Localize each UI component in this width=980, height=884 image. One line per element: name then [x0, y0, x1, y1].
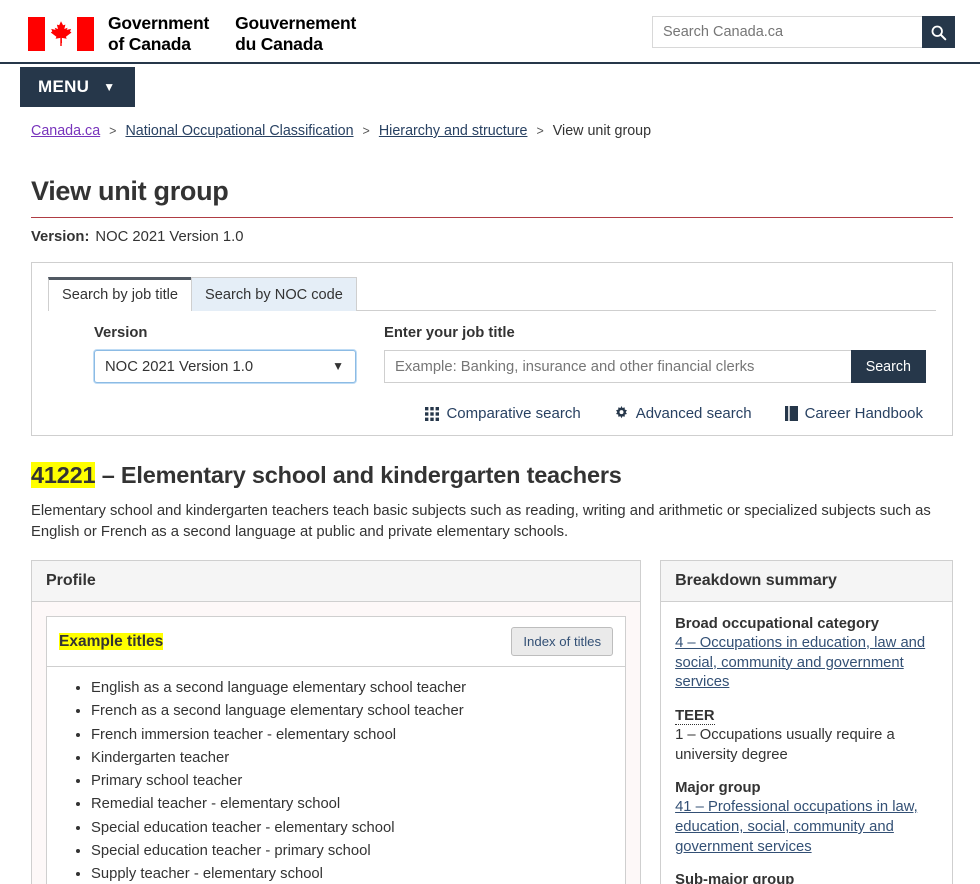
breakdown-item-teer: TEER 1 – Occupations usually require a u…: [675, 708, 938, 765]
breakdown-item-label: Major group: [675, 780, 761, 797]
tab-label: Search by job title: [62, 287, 179, 303]
unit-group-dash: –: [95, 462, 121, 488]
gear-icon: [615, 406, 627, 419]
version-label: Version:: [31, 229, 90, 245]
menu-button[interactable]: MENU ▼: [20, 67, 136, 107]
breakdown-item-sub-major-group: Sub-major group 412 – Professional occup…: [675, 872, 938, 884]
list-item: Supply teacher - elementary school: [91, 867, 625, 882]
list-item: French as a second language elementary s…: [91, 704, 625, 719]
broad-category-link[interactable]: 4 – Occupations in education, law and so…: [675, 635, 925, 690]
advanced-search-link[interactable]: Advanced search: [614, 405, 752, 422]
job-title-field-group: Enter your job title Search: [368, 325, 936, 383]
breadcrumb-item-canada-ca[interactable]: Canada.ca: [31, 123, 100, 139]
version-select[interactable]: NOC 2021 Version 1.0: [94, 350, 356, 383]
search-form: Version NOC 2021 Version 1.0 ▼ Enter you…: [48, 311, 936, 383]
unit-group-code: 41221: [31, 462, 96, 488]
breakdown-item-value: 4 – Occupations in education, law and so…: [675, 634, 938, 693]
wordmark: Government of Canada Gouvernement du Can…: [108, 12, 356, 56]
version-field-group: Version NOC 2021 Version 1.0 ▼: [48, 325, 368, 383]
wordmark-fr-line1: Gouvernement: [235, 13, 357, 33]
unit-group-description: Elementary school and kindergarten teach…: [31, 503, 931, 540]
link-label: Advanced search: [635, 405, 752, 422]
profile-panel-body: Example titles Index of titles English a…: [32, 602, 641, 884]
breakdown-item-major-group: Major group 41 – Professional occupation…: [675, 780, 938, 857]
breakdown-item-broad-occupational-category: Broad occupational category 4 – Occupati…: [675, 616, 938, 693]
profile-column: Profile Example titles Index of titles E…: [31, 560, 642, 884]
page-root: Government of Canada Gouvernement du Can…: [0, 0, 980, 884]
tab-label: Search by NOC code: [205, 287, 343, 303]
profile-panel-title: Profile: [32, 561, 641, 602]
title-divider: [31, 217, 953, 218]
unit-group-heading: 41221 – Elementary school and kindergart…: [31, 462, 953, 489]
comparative-search-link[interactable]: Comparative search: [425, 405, 581, 422]
breadcrumb: Canada.ca > National Occupational Classi…: [0, 111, 980, 139]
example-titles-heading: Example titles: [59, 632, 164, 650]
list-item: French immersion teacher - elementary sc…: [91, 727, 625, 743]
breadcrumb-item-hierarchy[interactable]: Hierarchy and structure: [379, 123, 528, 139]
example-titles-header: Example titles Index of titles: [47, 617, 626, 667]
wordmark-fr-line2: du Canada: [235, 34, 323, 55]
chevron-down-icon: ▼: [103, 80, 116, 94]
menu-button-label: MENU: [38, 77, 90, 96]
breakdown-panel: Breakdown summary Broad occupational cat…: [660, 560, 953, 884]
job-title-field-label: Enter your job title: [384, 325, 515, 341]
page-title: View unit group: [31, 176, 229, 206]
teer-abbreviation: TEER: [675, 708, 715, 726]
search-panel: Search by job title Search by NOC code V…: [31, 262, 953, 436]
content-columns: Profile Example titles Index of titles E…: [31, 560, 953, 884]
breakdown-item-value: 41 – Professional occupations in law, ed…: [675, 798, 938, 857]
breadcrumb-item-current: View unit group: [552, 123, 652, 139]
example-titles-card: Example titles Index of titles English a…: [46, 616, 627, 884]
list-item: English as a second language elementary …: [91, 681, 625, 696]
site-search-button[interactable]: [922, 16, 955, 48]
menu-bar: MENU ▼: [0, 63, 980, 111]
version-value: NOC 2021 Version 1.0: [95, 229, 244, 245]
career-handbook-link[interactable]: Career Handbook: [784, 405, 923, 422]
unit-group-title: Elementary school and kindergarten teach…: [120, 462, 622, 488]
version-field-label: Version: [94, 325, 148, 341]
breakdown-item-label: TEER: [675, 708, 938, 726]
breakdown-panel-title: Breakdown summary: [661, 561, 952, 602]
index-of-titles-button[interactable]: Index of titles: [511, 627, 614, 656]
site-search: [652, 16, 955, 48]
breadcrumb-separator: >: [536, 124, 544, 138]
job-title-input[interactable]: [384, 350, 851, 383]
main-content: View unit group Version: NOC 2021 Version…: [0, 176, 980, 884]
list-item: Primary school teacher: [91, 774, 625, 789]
link-label: Comparative search: [446, 405, 581, 422]
canada-flag-icon: [28, 16, 94, 51]
site-header: Government of Canada Gouvernement du Can…: [0, 0, 980, 64]
search-tabs: Search by job title Search by NOC code: [48, 277, 936, 312]
breakdown-item-label: Sub-major group: [675, 872, 795, 884]
list-item: Remedial teacher - elementary school: [91, 797, 625, 812]
breadcrumb-separator: >: [109, 124, 117, 138]
wordmark-en-line1: Government: [108, 13, 210, 33]
list-item: Kindergarten teacher: [91, 751, 625, 766]
breadcrumb-separator: >: [362, 124, 370, 138]
major-group-link[interactable]: 41 – Professional occupations in law, ed…: [675, 799, 918, 854]
link-label: Career Handbook: [804, 405, 923, 422]
tab-search-by-noc-code[interactable]: Search by NOC code: [191, 277, 357, 311]
version-line: Version: NOC 2021 Version 1.0: [31, 229, 953, 245]
breakdown-item-value: 1 – Occupations usually require a univer…: [675, 727, 895, 763]
list-item: Special education teacher - primary scho…: [91, 844, 625, 859]
breakdown-item-label: Broad occupational category: [675, 616, 879, 632]
list-item: Special education teacher - elementary s…: [91, 820, 625, 836]
tab-search-by-job-title[interactable]: Search by job title: [48, 277, 193, 312]
profile-panel: Profile Example titles Index of titles E…: [31, 560, 642, 884]
breakdown-panel-body: Broad occupational category 4 – Occupati…: [661, 602, 952, 884]
example-titles-list: English as a second language elementary …: [47, 667, 625, 884]
search-panel-links: Comparative search Advanced search Caree…: [48, 405, 936, 422]
job-title-search-button[interactable]: Search: [850, 350, 926, 383]
book-icon: [784, 406, 798, 421]
breakdown-column: Breakdown summary Broad occupational cat…: [660, 560, 953, 884]
site-search-input[interactable]: [652, 16, 922, 48]
government-of-canada-brand: Government of Canada Gouvernement du Can…: [28, 12, 356, 56]
breadcrumb-item-noc[interactable]: National Occupational Classification: [125, 123, 353, 139]
search-icon: [931, 25, 947, 40]
grid-icon: [425, 406, 440, 421]
wordmark-en-line2: of Canada: [108, 34, 191, 55]
